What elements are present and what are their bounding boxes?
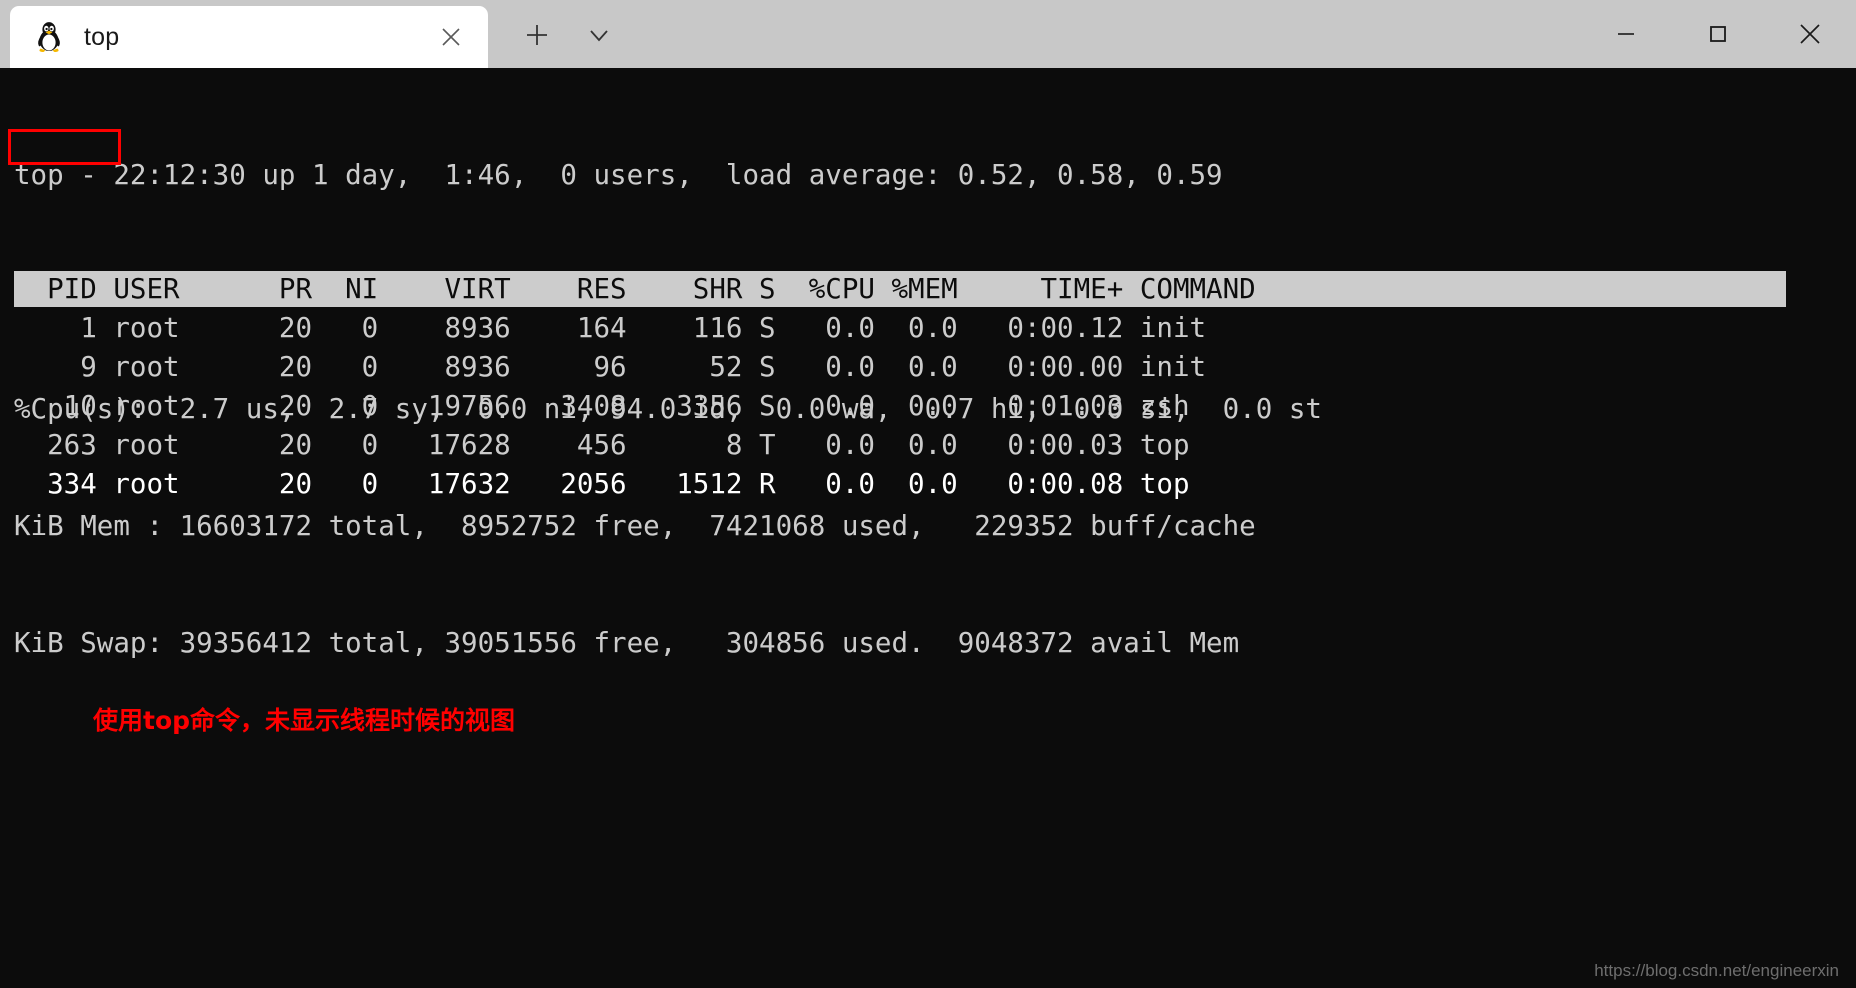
process-table-rows: 1 root 20 0 8936 164 116 S 0.0 0.0 0:00.… <box>14 309 1206 504</box>
maximize-button[interactable] <box>1672 0 1764 68</box>
window-titlebar: top <box>0 0 1856 68</box>
table-row[interactable]: 9 root 20 0 8936 96 52 S 0.0 0.0 0:00.00… <box>14 348 1206 387</box>
table-row[interactable]: 334 root 20 0 17632 2056 1512 R 0.0 0.0 … <box>14 465 1206 504</box>
summary-line-mem: KiB Mem : 16603172 total, 8952752 free, … <box>14 507 1322 546</box>
chevron-down-icon <box>587 23 611 47</box>
table-row[interactable]: 263 root 20 0 17628 456 8 T 0.0 0.0 0:00… <box>14 426 1206 465</box>
plus-icon <box>524 22 550 48</box>
close-icon <box>1797 21 1823 47</box>
process-table-header: PID USER PR NI VIRT RES SHR S %CPU %MEM … <box>14 271 1786 307</box>
tab-dropdown-button[interactable] <box>578 14 620 56</box>
minimize-icon <box>1614 22 1638 46</box>
tab-close-icon[interactable] <box>436 22 466 52</box>
new-tab-button[interactable] <box>516 14 558 56</box>
watermark-text: https://blog.csdn.net/engineerxin <box>1594 961 1839 981</box>
tux-penguin-icon <box>32 20 66 54</box>
summary-line-swap: KiB Swap: 39356412 total, 39051556 free,… <box>14 624 1322 663</box>
tab-title-label: top <box>84 23 119 52</box>
table-row[interactable]: 1 root 20 0 8936 164 116 S 0.0 0.0 0:00.… <box>14 309 1206 348</box>
annotation-note: 使用top命令，未显示线程时候的视图 <box>93 701 515 737</box>
table-row[interactable]: 10 root 20 0 19756 3408 3356 S 0.0 0.0 0… <box>14 387 1206 426</box>
terminal-tab-top[interactable]: top <box>10 6 488 68</box>
close-window-button[interactable] <box>1764 0 1856 68</box>
minimize-button[interactable] <box>1580 0 1672 68</box>
terminal-viewport[interactable]: top - 22:12:30 up 1 day, 1:46, 0 users, … <box>0 68 1856 988</box>
summary-line-uptime: top - 22:12:30 up 1 day, 1:46, 0 users, … <box>14 156 1322 195</box>
maximize-icon <box>1706 22 1730 46</box>
window-controls <box>1580 0 1856 68</box>
